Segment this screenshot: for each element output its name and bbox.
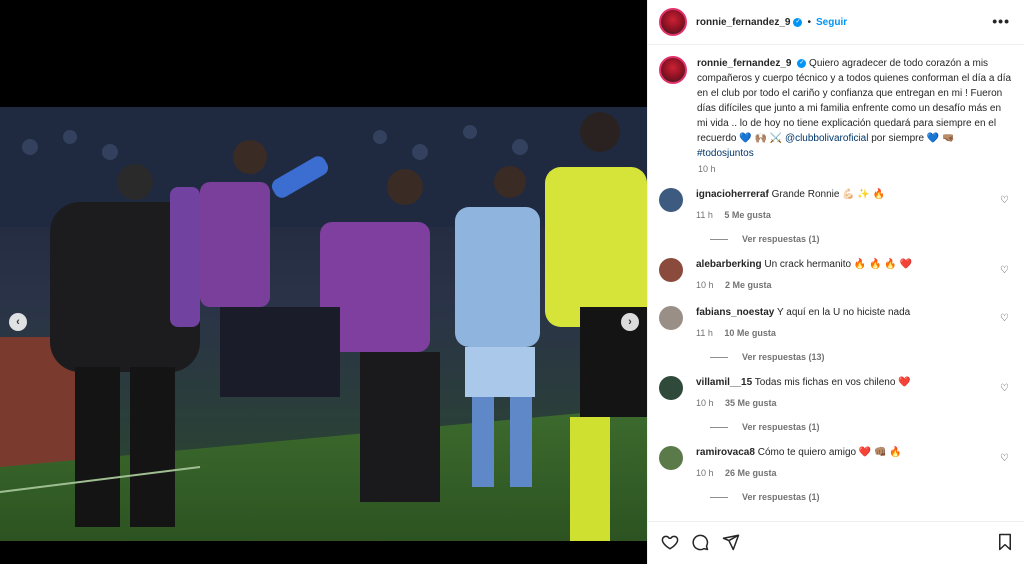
send-icon[interactable] [722, 533, 740, 551]
comment-time: 10 h [696, 280, 714, 290]
comment-item: villamil__15 Todas mis fichas en vos chi… [659, 376, 1012, 432]
comment-meta: 10 h 35 Me gusta [696, 396, 996, 410]
action-bar [648, 521, 1024, 564]
comment-meta: 10 h 2 Me gusta [696, 278, 996, 292]
view-replies-label[interactable]: Ver respuestas (1) [742, 422, 820, 432]
author-avatar[interactable] [659, 8, 687, 36]
comment-heart-icon[interactable]: ♡ [1000, 313, 1009, 324]
comment-text: Todas mis fichas en vos chileno ❤️ [754, 377, 911, 388]
comment-text: Y aquí en la U no hiciste nada [776, 307, 911, 318]
replies-line [710, 356, 728, 358]
verified-badge-icon: ✓ [793, 17, 803, 27]
commenter-username[interactable]: alebarberking [696, 259, 762, 270]
caption-hashtag[interactable]: #todosjuntos [697, 148, 754, 159]
post-photo [0, 107, 647, 541]
author-username[interactable]: ronnie_fernandez_9 [696, 17, 790, 28]
comment-body: ignacioherreraf Grande Ronnie 💪🏻 ✨ 🔥 11 … [696, 188, 996, 222]
view-replies-label[interactable]: Ver respuestas (13) [742, 352, 825, 362]
replies-line [710, 496, 728, 498]
commenter-username[interactable]: ignacioherreraf [696, 189, 769, 200]
replies-line [710, 426, 728, 428]
comment-likes[interactable]: 26 Me gusta [725, 468, 777, 478]
caption-text: ronnie_fernandez_9 ✓ Quiero agradecer de… [697, 56, 1012, 161]
view-replies-button[interactable]: Ver respuestas (13) [710, 352, 1012, 362]
comments-list: ignacioherreraf Grande Ronnie 💪🏻 ✨ 🔥 11 … [659, 188, 1012, 502]
chevron-right-icon[interactable]: › [621, 313, 639, 331]
commenter-avatar[interactable] [659, 446, 683, 470]
comment-item: fabians_noestay Y aquí en la U no hicist… [659, 306, 1012, 362]
comment-likes[interactable]: 10 Me gusta [724, 328, 776, 338]
comment-text: Cómo te quiero amigo ❤️ 👊🏽 🔥 [757, 447, 902, 458]
comment-row: ramirovaca8 Cómo te quiero amigo ❤️ 👊🏽 🔥… [659, 446, 1012, 480]
caption-mention[interactable]: @clubbolivaroficial [785, 133, 869, 144]
commenter-avatar[interactable] [659, 306, 683, 330]
comment-text: Grande Ronnie 💪🏻 ✨ 🔥 [771, 189, 886, 200]
post-header: ronnie_fernandez_9 ✓ • Seguir ••• [648, 0, 1024, 45]
view-replies-button[interactable]: Ver respuestas (1) [710, 422, 1012, 432]
comment-likes[interactable]: 35 Me gusta [725, 398, 777, 408]
comment-time: 11 h [696, 328, 713, 338]
comment-meta: 11 h 5 Me gusta [696, 208, 996, 222]
comment-row: alebarberking Un crack hermanito 🔥 🔥 🔥 ❤… [659, 258, 1012, 292]
comment-meta: 10 h 26 Me gusta [696, 466, 996, 480]
comment-row: villamil__15 Todas mis fichas en vos chi… [659, 376, 1012, 410]
bookmark-icon[interactable] [997, 533, 1013, 551]
post-media: ‹ › [0, 0, 647, 564]
comment-likes[interactable]: 2 Me gusta [725, 280, 772, 290]
comments-scroll-area[interactable]: ronnie_fernandez_9 ✓ Quiero agradecer de… [648, 46, 1024, 520]
more-options-icon[interactable]: ••• [992, 13, 1010, 29]
comment-heart-icon[interactable]: ♡ [1000, 453, 1009, 464]
comment-time: 10 h [696, 468, 714, 478]
commenter-avatar[interactable] [659, 376, 683, 400]
verified-badge-icon: ✓ [797, 58, 807, 68]
comment-row: ignacioherreraf Grande Ronnie 💪🏻 ✨ 🔥 11 … [659, 188, 1012, 222]
caption-avatar[interactable] [659, 56, 687, 84]
comment-body: alebarberking Un crack hermanito 🔥 🔥 🔥 ❤… [696, 258, 996, 292]
separator-dot: • [807, 16, 811, 28]
follow-button[interactable]: Seguir [816, 17, 847, 28]
comment-heart-icon[interactable]: ♡ [1000, 195, 1009, 206]
comment-icon[interactable] [691, 533, 709, 551]
comment-item: ramirovaca8 Cómo te quiero amigo ❤️ 👊🏽 🔥… [659, 446, 1012, 502]
view-replies-button[interactable]: Ver respuestas (1) [710, 234, 1012, 244]
comment-row: fabians_noestay Y aquí en la U no hicist… [659, 306, 1012, 340]
post-side-panel: ronnie_fernandez_9 ✓ • Seguir ••• ronnie… [647, 0, 1024, 564]
view-replies-label[interactable]: Ver respuestas (1) [742, 492, 820, 502]
commenter-avatar[interactable] [659, 188, 683, 212]
comment-likes[interactable]: 5 Me gusta [724, 210, 771, 220]
view-replies-label[interactable]: Ver respuestas (1) [742, 234, 820, 244]
caption-body: Quiero agradecer de todo corazón a mis c… [697, 58, 1012, 144]
instagram-post-window: ‹ › ronnie_fernandez_9 ✓ • Seguir ••• ro… [0, 0, 1024, 564]
caption-timestamp: 10 h [698, 164, 716, 174]
comment-text: Un crack hermanito 🔥 🔥 🔥 ❤️ [764, 259, 912, 270]
comment-time: 11 h [696, 210, 713, 220]
commenter-username[interactable]: fabians_noestay [696, 307, 774, 318]
comment-item: ignacioherreraf Grande Ronnie 💪🏻 ✨ 🔥 11 … [659, 188, 1012, 244]
comment-body: villamil__15 Todas mis fichas en vos chi… [696, 376, 996, 410]
comment-heart-icon[interactable]: ♡ [1000, 383, 1009, 394]
commenter-username[interactable]: ramirovaca8 [696, 447, 755, 458]
comment-body: fabians_noestay Y aquí en la U no hicist… [696, 306, 996, 340]
replies-line [710, 238, 728, 240]
commenter-avatar[interactable] [659, 258, 683, 282]
comment-meta: 11 h 10 Me gusta [696, 326, 996, 340]
caption-tail: por siempre 💙 🤜🏽 [871, 133, 955, 144]
comment-item: alebarberking Un crack hermanito 🔥 🔥 🔥 ❤… [659, 258, 1012, 292]
chevron-left-icon[interactable]: ‹ [9, 313, 27, 331]
view-replies-button[interactable]: Ver respuestas (1) [710, 492, 1012, 502]
heart-icon[interactable] [661, 533, 679, 551]
comment-heart-icon[interactable]: ♡ [1000, 265, 1009, 276]
commenter-username[interactable]: villamil__15 [696, 377, 752, 388]
post-caption: ronnie_fernandez_9 ✓ Quiero agradecer de… [659, 56, 1012, 161]
comment-body: ramirovaca8 Cómo te quiero amigo ❤️ 👊🏽 🔥… [696, 446, 996, 480]
caption-username[interactable]: ronnie_fernandez_9 [697, 58, 791, 69]
comment-time: 10 h [696, 398, 714, 408]
